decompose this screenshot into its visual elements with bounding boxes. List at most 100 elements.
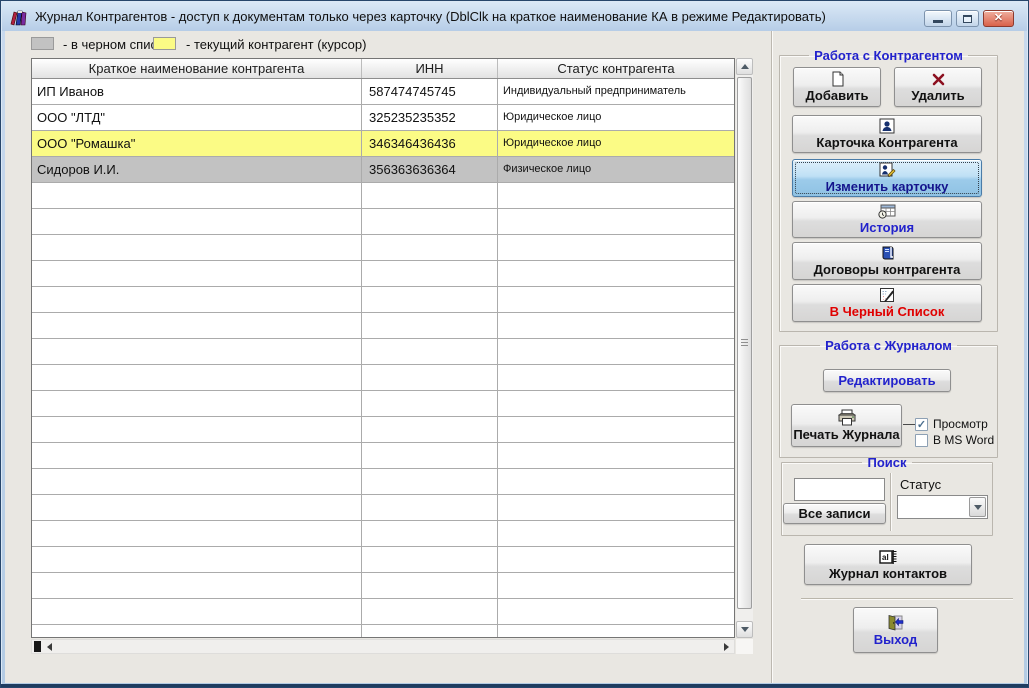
table-cell-name[interactable]: Сидоров И.И.	[32, 157, 362, 182]
current-color-swatch	[153, 37, 176, 50]
table-cell-inn	[362, 183, 498, 208]
table-cell-inn	[362, 469, 498, 494]
table-empty-row	[32, 183, 734, 209]
contractor-card-label: Карточка Контрагента	[816, 135, 958, 150]
table-cell-inn	[362, 365, 498, 390]
edit-card-button[interactable]: Изменить карточку	[792, 159, 982, 197]
blacklist-button[interactable]: В Черный Список	[792, 284, 982, 322]
table-cell-inn	[362, 391, 498, 416]
table-row[interactable]: ООО "ЛТД" 325235235352 Юридическое лицо	[32, 105, 734, 131]
checkbox-icon	[915, 433, 928, 447]
history-button[interactable]: История	[792, 201, 982, 238]
new-document-icon	[832, 71, 843, 87]
contractors-grid: Краткое наименование контрагента ИНН Стату…	[31, 58, 753, 654]
table-cell-status	[498, 521, 734, 546]
horizontal-scrollbar[interactable]	[31, 639, 735, 654]
table-cell-inn[interactable]: 346346436436	[362, 131, 498, 156]
scroll-down-button[interactable]	[736, 621, 753, 638]
table-cell-status	[498, 469, 734, 494]
table-row[interactable]: Сидоров И.И. 356363636364 Физическое лицо	[32, 157, 734, 183]
panel-divider	[771, 31, 773, 683]
maximize-button[interactable]	[956, 10, 979, 27]
table-cell-status	[498, 209, 734, 234]
thumb-grip-icon	[741, 339, 748, 347]
table-empty-row	[32, 287, 734, 313]
table-cell-inn[interactable]: 356363636364	[362, 157, 498, 182]
scroll-left-button[interactable]	[43, 642, 55, 652]
table-empty-row	[32, 339, 734, 365]
msword-checkbox[interactable]: В MS Word	[915, 433, 994, 447]
all-records-button[interactable]: Все записи	[783, 503, 886, 524]
table-cell-status[interactable]: Физическое лицо	[498, 157, 734, 182]
scroll-right-button[interactable]	[720, 642, 732, 652]
table-cell-status	[498, 547, 734, 572]
printer-icon	[837, 409, 856, 426]
table-cell-status	[498, 599, 734, 624]
table-cell-name[interactable]: ООО "ЛТД"	[32, 105, 362, 130]
edit-card-label: Изменить карточку	[825, 179, 949, 194]
preview-checkbox[interactable]: ✓ Просмотр	[915, 417, 988, 431]
combobox-drop-button[interactable]	[969, 497, 986, 517]
table-cell-inn	[362, 313, 498, 338]
table-cell-inn	[362, 287, 498, 312]
vertical-scroll-thumb[interactable]	[737, 77, 752, 609]
scroll-up-button[interactable]	[736, 58, 753, 75]
table-cell-inn[interactable]: 587474745745	[362, 79, 498, 104]
table-cell-name	[32, 235, 362, 260]
contacts-journal-button[interactable]: al Журнал контактов	[804, 544, 972, 585]
table-cell-name[interactable]: ООО "Ромашка"	[32, 131, 362, 156]
table-cell-inn	[362, 495, 498, 520]
search-group-title: Поиск	[867, 455, 907, 470]
table-cell-name	[32, 547, 362, 572]
table-cell-name	[32, 287, 362, 312]
titlebar[interactable]: Журнал Контрагентов - доступ к документа…	[2, 2, 1027, 31]
table-cell-name	[32, 365, 362, 390]
table-cell-status[interactable]: Юридическое лицо	[498, 105, 734, 130]
maximize-icon	[963, 14, 972, 23]
table-row[interactable]: ООО "Ромашка" 346346436436 Юридическое лиц…	[32, 131, 734, 157]
delete-button[interactable]: Удалить	[894, 67, 982, 107]
contacts-journal-label: Журнал контактов	[828, 565, 948, 581]
grid-body: ИП Иванов 587474745745 Индивидуальный пред…	[32, 79, 734, 637]
exit-button[interactable]: Выход	[853, 607, 938, 653]
checkbox-icon: ✓	[915, 417, 928, 431]
contracts-button[interactable]: Договоры контрагента	[792, 242, 982, 280]
column-header: ИНН	[362, 59, 498, 78]
table-cell-status	[498, 443, 734, 468]
table-empty-row	[32, 573, 734, 599]
table-empty-row	[32, 209, 734, 235]
horizontal-scroll-thumb[interactable]	[34, 641, 41, 652]
table-row[interactable]: ИП Иванов 587474745745 Индивидуальный пред…	[32, 79, 734, 105]
exit-label: Выход	[873, 631, 918, 647]
close-button[interactable]: ✕	[983, 10, 1014, 27]
table-cell-status[interactable]: Индивидуальный предприниматель	[498, 79, 734, 104]
all-records-label: Все записи	[798, 506, 871, 521]
table-cell-inn	[362, 625, 498, 637]
table-cell-status	[498, 573, 734, 598]
print-journal-button[interactable]: Печать Журнала	[791, 404, 902, 447]
history-label: История	[859, 220, 915, 235]
table-cell-name	[32, 391, 362, 416]
search-input[interactable]	[794, 478, 885, 501]
table-empty-row	[32, 521, 734, 547]
contractor-card-icon	[879, 118, 895, 134]
contractor-card-button[interactable]: Карточка Контрагента	[792, 115, 982, 153]
column-header: Статус контрагента	[557, 61, 675, 76]
table-cell-status[interactable]: Юридическое лицо	[498, 131, 734, 156]
table-cell-status	[498, 365, 734, 390]
status-combobox[interactable]	[897, 495, 988, 519]
add-button[interactable]: Добавить	[793, 67, 881, 107]
chevron-down-icon	[973, 504, 982, 510]
table-cell-inn[interactable]: 325235235352	[362, 105, 498, 130]
table-empty-row	[32, 625, 734, 637]
vertical-scrollbar[interactable]	[736, 58, 753, 638]
exit-divider	[801, 598, 1013, 600]
edit-journal-button[interactable]: Редактировать	[823, 369, 951, 392]
table-cell-name	[32, 495, 362, 520]
minimize-icon	[933, 20, 943, 23]
arrow-up-icon	[740, 64, 749, 69]
minimize-button[interactable]	[924, 10, 952, 27]
table-cell-name[interactable]: ИП Иванов	[32, 79, 362, 104]
search-divider	[890, 473, 892, 531]
journal-group-title: Работа с Журналом	[825, 338, 952, 353]
